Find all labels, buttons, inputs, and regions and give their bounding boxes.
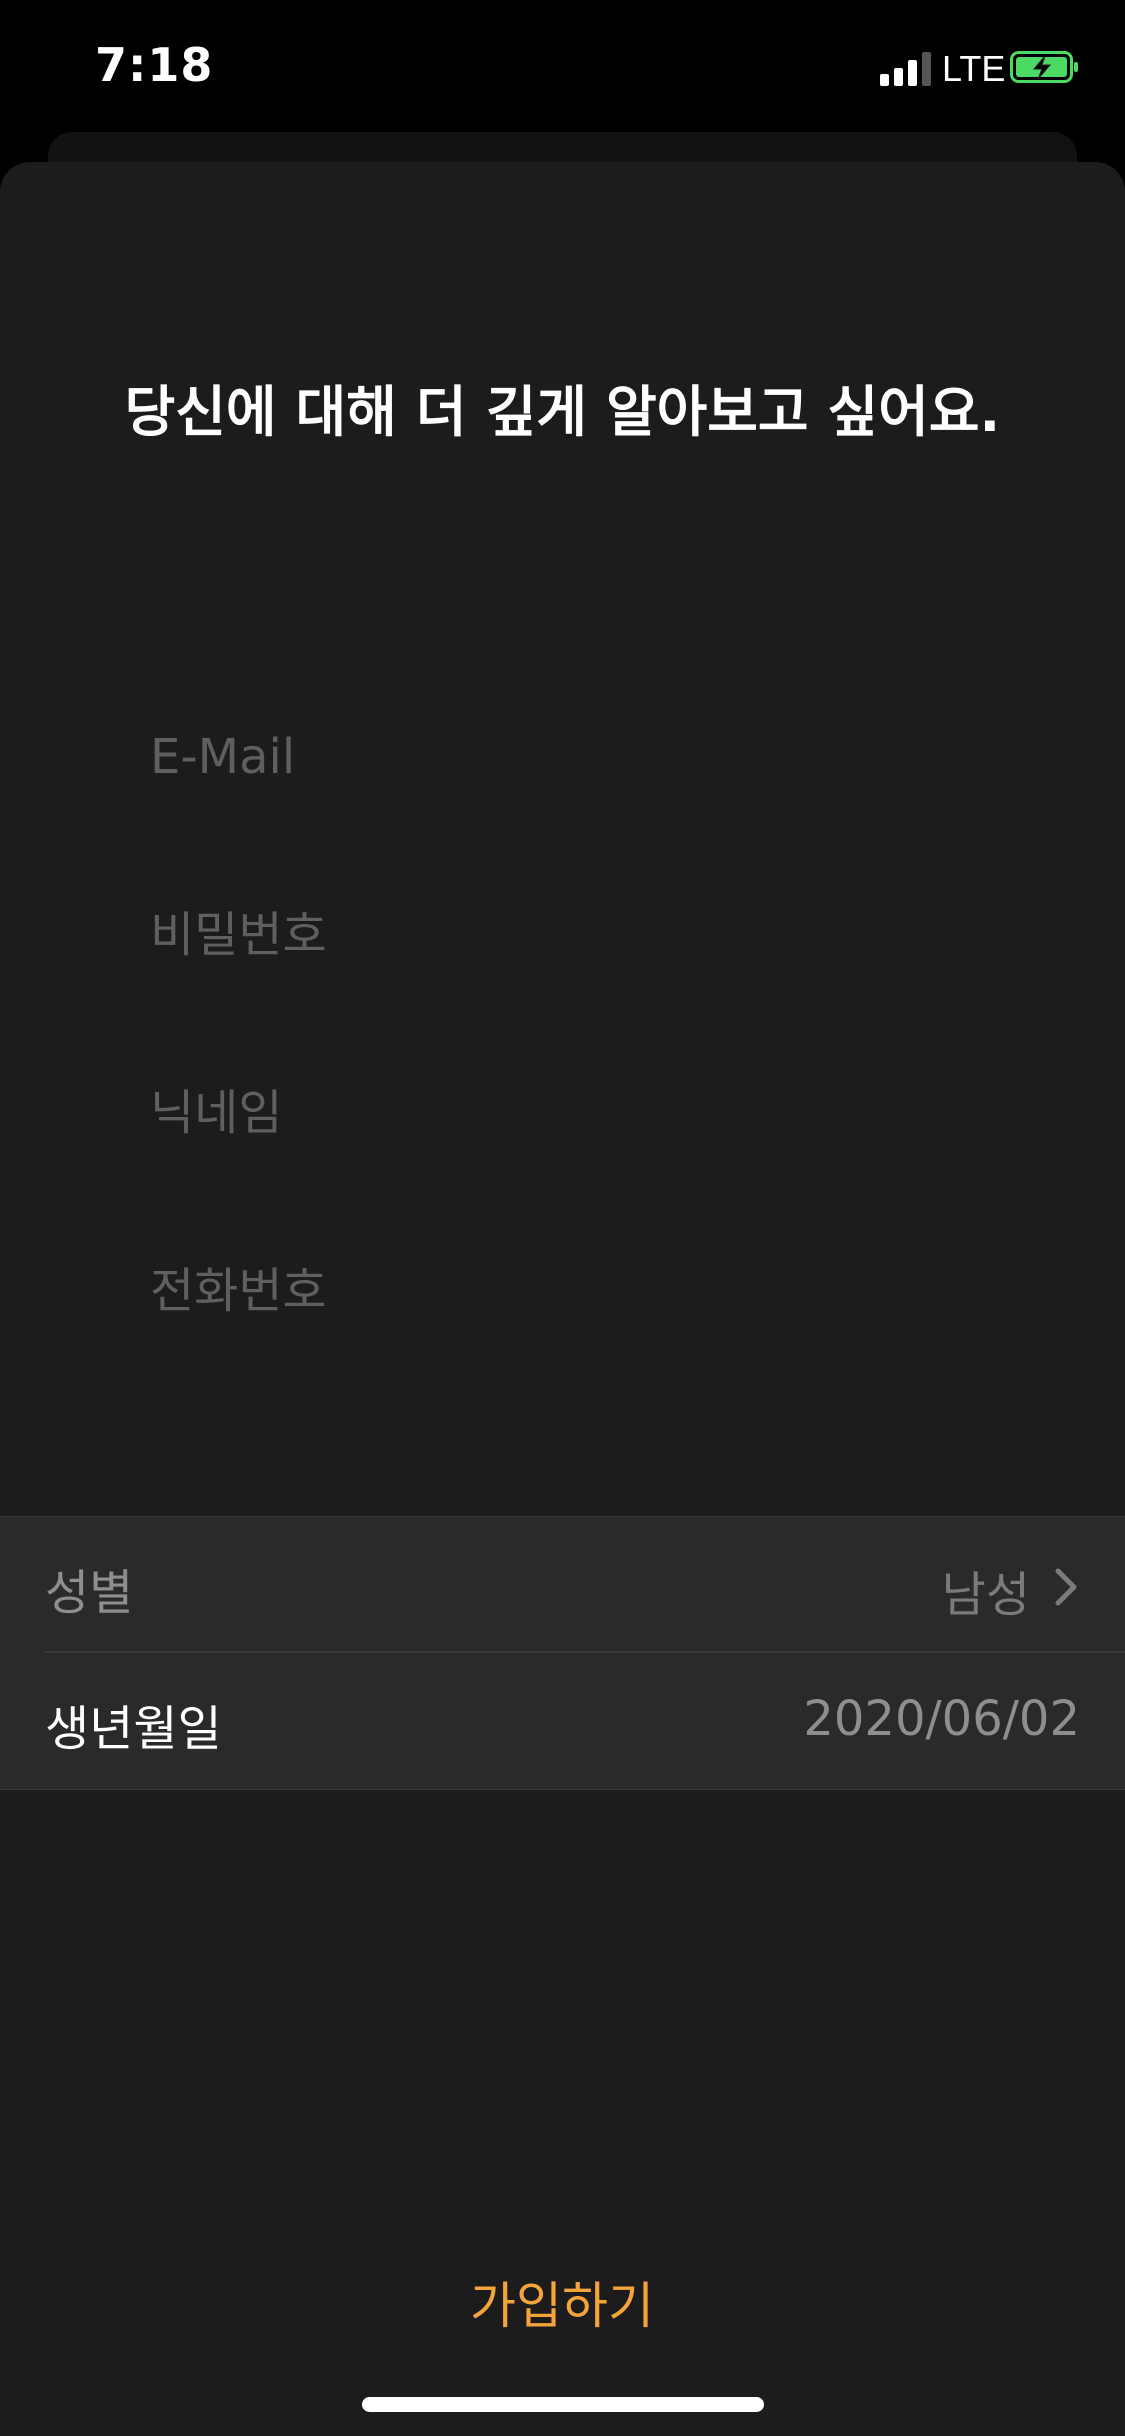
gender-label: 성별 (45, 1565, 134, 1621)
signup-screen: 7:18 LTE 당신에 대해 더 깊게 알아보고 싶어요. 성별 남성 (0, 0, 1125, 2436)
status-bar: 7:18 LTE (0, 0, 1125, 132)
network-type: LTE (942, 48, 1006, 89)
home-indicator[interactable] (362, 2397, 764, 2412)
birthdate-label: 생년월일 (45, 1701, 222, 1757)
chevron-right-icon (1055, 1568, 1077, 1606)
gender-value: 남성 (941, 1567, 1030, 1623)
signal-bars-icon (880, 52, 932, 86)
email-field[interactable] (150, 712, 1030, 802)
status-time: 7:18 (95, 38, 214, 92)
phone-field[interactable] (150, 1246, 1030, 1336)
battery-charging-icon (1010, 51, 1078, 83)
birthdate-row[interactable]: 생년월일 2020/06/02 (0, 1653, 1125, 1787)
birthdate-value: 2020/06/02 (803, 1691, 1080, 1747)
profile-settings-group: 성별 남성 생년월일 2020/06/02 (0, 1516, 1125, 1790)
page-title: 당신에 대해 더 깊게 알아보고 싶어요. (124, 380, 1001, 444)
gender-row[interactable]: 성별 남성 (0, 1517, 1125, 1651)
signup-button[interactable]: 가입하기 (412, 2262, 712, 2342)
signup-sheet: 당신에 대해 더 깊게 알아보고 싶어요. 성별 남성 생년월일 2020/06… (0, 162, 1125, 2436)
nickname-field[interactable] (150, 1068, 1030, 1158)
password-field[interactable] (150, 890, 1030, 980)
